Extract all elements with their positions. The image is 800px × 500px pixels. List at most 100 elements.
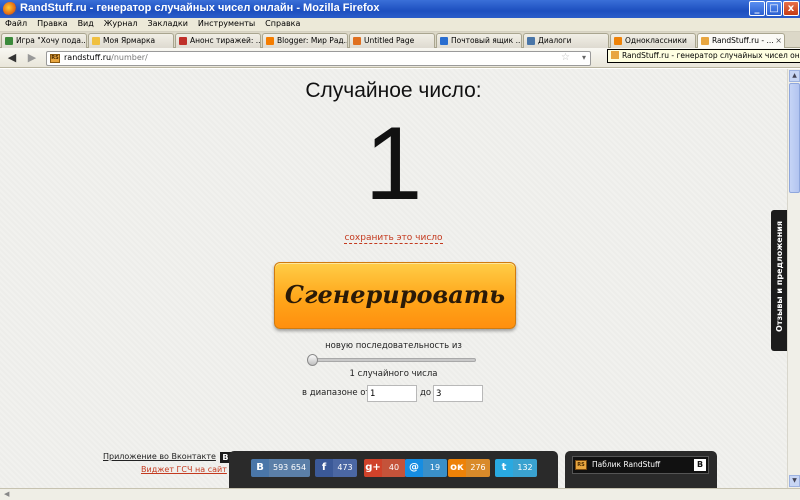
tab-tooltip: RandStuff.ru - генератор случайных чисел… xyxy=(607,49,800,63)
generate-button[interactable]: Сгенерировать xyxy=(274,262,516,329)
vk-app-link[interactable]: Приложение во Вконтакте В xyxy=(103,452,231,463)
share-count: 132 xyxy=(513,459,537,477)
share-count: 276 xyxy=(466,459,490,477)
page-content: Случайное число: 1 сохранить это число С… xyxy=(0,69,787,488)
facebook-icon: f xyxy=(315,459,333,477)
menu-file[interactable]: Файл xyxy=(0,18,32,28)
tab[interactable]: Одноклассники xyxy=(610,33,696,48)
close-window-button[interactable]: x xyxy=(783,1,799,16)
url-domain: randstuff.ru xyxy=(64,53,112,62)
maximize-button[interactable]: □ xyxy=(766,1,782,16)
vk-app-text: Приложение во Вконтакте xyxy=(103,452,216,461)
share-vkontakte-button[interactable]: В 593 654 xyxy=(251,459,311,477)
vk-icon: В xyxy=(694,459,706,471)
url-text: randstuff.ru/number/ xyxy=(64,53,148,62)
share-count: 19 xyxy=(423,459,447,477)
tab[interactable]: Blogger: Мир Рад... xyxy=(262,33,348,48)
url-path: /number/ xyxy=(111,53,148,62)
minimize-button[interactable]: _ xyxy=(749,1,765,16)
random-number-value: 1 xyxy=(364,106,423,222)
feedback-tab-label: Отзывы и предложения xyxy=(775,221,784,332)
tab[interactable]: Анонс тиражей: ... xyxy=(175,33,261,48)
count-label: 1 случайного числа xyxy=(349,369,438,379)
share-count: 473 xyxy=(333,459,357,477)
page-title: Случайное число: xyxy=(305,79,482,102)
menu-edit[interactable]: Правка xyxy=(32,18,72,28)
tab-label: Игра "Хочу пода... xyxy=(16,36,87,45)
tab[interactable]: Моя Ярмарка xyxy=(88,33,174,48)
window-titlebar: RandStuff.ru - генератор случайных чисел… xyxy=(0,0,800,18)
share-odnoklassniki-button[interactable]: ок 276 xyxy=(448,459,490,477)
public-group-label: Паблик RandStuff xyxy=(592,460,661,469)
tab-label: RandStuff.ru - ... xyxy=(712,36,774,45)
mailru-icon: @ xyxy=(405,459,423,477)
scroll-up-icon[interactable]: ▲ xyxy=(789,70,800,82)
menu-bookmarks[interactable]: Закладки xyxy=(142,18,192,28)
site-favicon-icon: RS xyxy=(50,54,60,63)
vertical-scrollbar[interactable]: ▲ ▼ xyxy=(787,69,800,488)
tab-bar: Игра "Хочу пода... Моя Ярмарка Анонс тир… xyxy=(0,32,800,49)
scroll-left-icon[interactable]: ◀ xyxy=(4,490,14,499)
scrollbar-thumb[interactable] xyxy=(789,83,800,193)
tab-label: Диалоги xyxy=(538,36,572,45)
range-from-input[interactable] xyxy=(367,385,417,402)
firefox-icon xyxy=(3,2,17,16)
tab[interactable]: Игра "Хочу пода... xyxy=(1,33,87,48)
count-slider[interactable] xyxy=(307,354,476,366)
tab-label: Моя Ярмарка xyxy=(103,36,156,45)
scroll-down-icon[interactable]: ▼ xyxy=(789,475,800,487)
tab-favicon-icon xyxy=(5,37,13,45)
save-number-link-wrap: сохранить это число xyxy=(0,233,787,244)
site-favicon-icon xyxy=(611,51,619,59)
window-title: RandStuff.ru - генератор случайных чисел… xyxy=(20,2,380,14)
tab-favicon-icon xyxy=(701,37,709,45)
share-google-plus-button[interactable]: g+ 40 xyxy=(364,459,406,477)
status-bar: ◀ xyxy=(0,488,800,500)
menu-bar: Файл Правка Вид Журнал Закладки Инструменты Сп… xyxy=(0,18,800,32)
share-mailru-button[interactable]: @19 xyxy=(405,459,447,477)
tab-active[interactable]: RandStuff.ru - ... × xyxy=(697,33,785,49)
tab-favicon-icon xyxy=(92,37,100,45)
back-button[interactable]: ◀ xyxy=(5,51,19,65)
share-bar: В 593 654 f 473 g+ 40 @19 ок 276 t 132 xyxy=(229,451,558,488)
feedback-tab[interactable]: Отзывы и предложения xyxy=(771,210,788,351)
tab[interactable]: Untitled Page xyxy=(349,33,435,48)
menu-history[interactable]: Журнал xyxy=(99,18,143,28)
tab-label: Анонс тиражей: ... xyxy=(190,36,261,45)
menu-tools[interactable]: Инструменты xyxy=(193,18,260,28)
tab-label: Untitled Page xyxy=(364,36,415,45)
tab-favicon-icon xyxy=(179,37,187,45)
tab-label: Почтовый ящик ... xyxy=(451,36,522,45)
tab-label: Одноклассники xyxy=(625,36,687,45)
vkontakte-icon: В xyxy=(251,459,269,477)
tooltip-text: RandStuff.ru - генератор случайных чисел… xyxy=(622,51,800,60)
tab-favicon-icon xyxy=(266,37,274,45)
public-group-button[interactable]: RS Паблик RandStuff В xyxy=(572,456,709,474)
address-bar[interactable]: RS randstuff.ru/number/ ☆ ▾ xyxy=(46,51,591,66)
tab-favicon-icon xyxy=(353,37,361,45)
range-from-label: в диапазоне от xyxy=(302,388,371,398)
forward-button[interactable]: ▶ xyxy=(25,51,39,65)
slider-knob[interactable] xyxy=(307,354,318,366)
share-twitter-button[interactable]: t 132 xyxy=(495,459,537,477)
url-dropdown-icon[interactable]: ▾ xyxy=(582,53,586,62)
tab[interactable]: Почтовый ящик ... xyxy=(436,33,522,48)
sequence-label: новую последовательность из xyxy=(325,341,462,351)
range-to-input[interactable] xyxy=(433,385,483,402)
tab-close-icon[interactable]: × xyxy=(775,34,782,47)
share-facebook-button[interactable]: f 473 xyxy=(315,459,357,477)
google-plus-icon: g+ xyxy=(364,459,382,477)
share-count: 593 654 xyxy=(269,459,311,477)
menu-help[interactable]: Справка xyxy=(260,18,305,28)
tab-label: Blogger: Мир Рад... xyxy=(277,36,348,45)
tab[interactable]: Диалоги xyxy=(523,33,609,48)
public-group-bar: RS Паблик RandStuff В xyxy=(565,451,717,488)
menu-view[interactable]: Вид xyxy=(73,18,99,28)
tab-favicon-icon xyxy=(614,37,622,45)
save-number-link[interactable]: сохранить это число xyxy=(344,233,443,244)
share-count: 40 xyxy=(382,459,406,477)
range-to-label: до xyxy=(420,388,432,398)
odnoklassniki-icon: ок xyxy=(448,459,466,477)
bookmark-star-icon[interactable]: ☆ xyxy=(561,52,570,63)
widget-link[interactable]: Виджет ГСЧ на сайт xyxy=(141,465,227,474)
